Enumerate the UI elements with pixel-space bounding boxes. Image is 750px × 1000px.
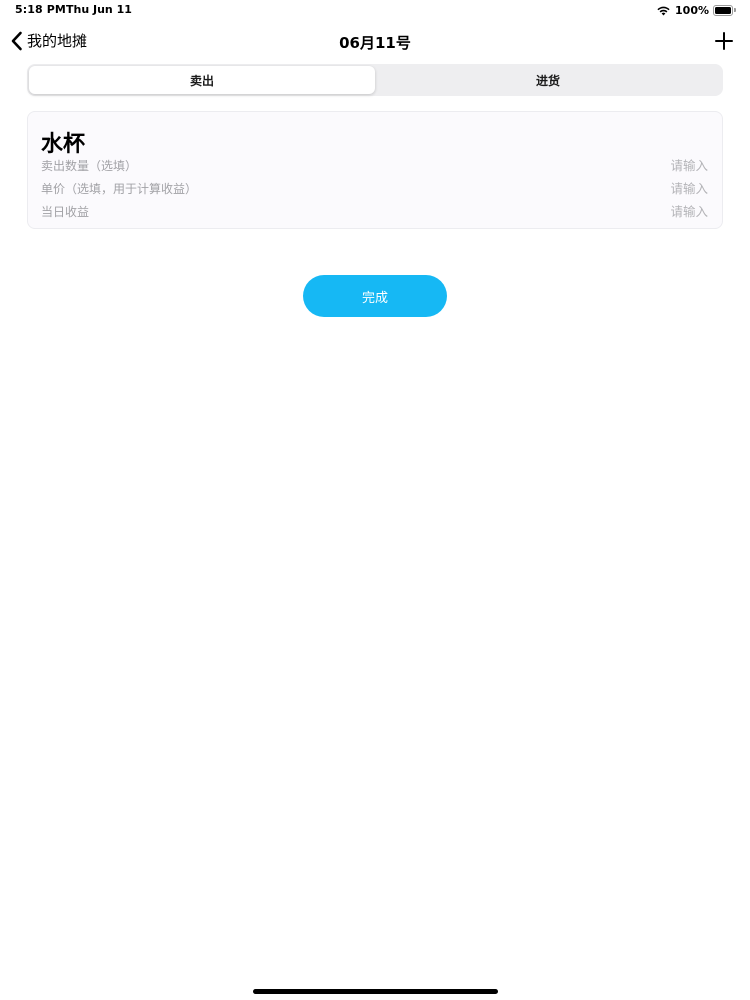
form-row-daily-earnings: 当日收益 bbox=[41, 201, 708, 221]
status-bar: 5:18 PM Thu Jun 11 100% bbox=[0, 0, 750, 20]
item-card: 水杯 卖出数量（选填） 单价（选填，用于计算收益） 当日收益 bbox=[27, 111, 723, 229]
form-row-quantity: 卖出数量（选填） bbox=[41, 155, 708, 175]
plus-icon[interactable] bbox=[714, 31, 734, 51]
page-title: 06月11号 bbox=[339, 34, 411, 52]
navigation-bar: 我的地摊 06月11号 bbox=[0, 22, 750, 62]
form-row-unit-price: 单价（选填，用于计算收益） bbox=[41, 178, 708, 198]
daily-earnings-input[interactable] bbox=[588, 203, 708, 219]
home-indicator[interactable] bbox=[253, 989, 498, 994]
unit-price-label: 单价（选填，用于计算收益） bbox=[41, 181, 198, 196]
status-date: Thu Jun 11 bbox=[66, 3, 132, 16]
segmented-control: 卖出 进货 bbox=[27, 64, 723, 96]
wifi-icon bbox=[657, 6, 670, 15]
segment-sell[interactable]: 卖出 bbox=[29, 66, 375, 94]
quantity-input[interactable] bbox=[588, 157, 708, 173]
item-title: 水杯 bbox=[41, 132, 86, 157]
segment-restock[interactable]: 进货 bbox=[375, 66, 721, 94]
status-time: 5:18 PM bbox=[15, 3, 66, 16]
daily-earnings-label: 当日收益 bbox=[41, 204, 90, 219]
done-button[interactable]: 完成 bbox=[303, 275, 447, 317]
unit-price-input[interactable] bbox=[588, 180, 708, 196]
battery-icon bbox=[713, 4, 736, 16]
battery-percentage: 100% bbox=[675, 3, 709, 17]
quantity-label: 卖出数量（选填） bbox=[41, 158, 138, 173]
status-indicators: 100% bbox=[656, 3, 736, 17]
